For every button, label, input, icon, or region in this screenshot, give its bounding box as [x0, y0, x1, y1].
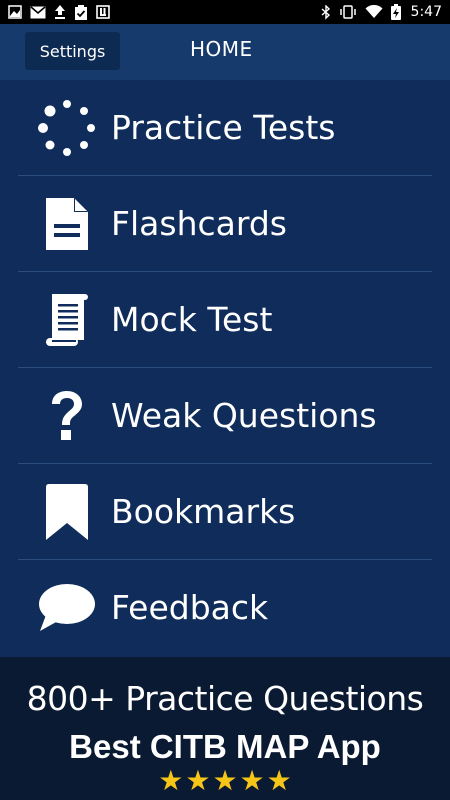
upload-icon	[55, 5, 65, 19]
menu-item-practice-tests[interactable]: Practice Tests	[18, 80, 432, 176]
star-icon: ★	[158, 764, 184, 797]
promo-banner: 800+ Practice Questions Best CITB MAP Ap…	[0, 657, 450, 800]
gallery-icon	[8, 5, 22, 19]
star-icon: ★	[266, 764, 292, 797]
speech-bubble-icon	[38, 579, 96, 637]
menu-item-label: Practice Tests	[111, 108, 336, 147]
menu-item-label: Flashcards	[111, 204, 287, 243]
status-left-icons	[8, 4, 110, 20]
menu-item-weak-questions[interactable]: Weak Questions	[18, 368, 432, 464]
menu-item-bookmarks[interactable]: Bookmarks	[18, 464, 432, 560]
promo-headline: 800+ Practice Questions	[26, 679, 424, 718]
page-title: HOME	[190, 37, 253, 61]
rating-stars: ★ ★ ★ ★ ★	[0, 767, 450, 795]
menu-item-feedback[interactable]: Feedback	[18, 560, 432, 655]
menu-item-label: Mock Test	[111, 300, 273, 339]
bookmark-icon	[38, 483, 96, 541]
menu-item-label: Weak Questions	[111, 396, 377, 435]
gmail-icon	[30, 5, 46, 18]
loading-dots-icon	[38, 99, 96, 157]
settings-button[interactable]: Settings	[25, 32, 120, 70]
wifi-icon	[365, 5, 383, 18]
status-bar: 5:47	[0, 0, 450, 24]
clipboard-check-icon	[75, 4, 87, 20]
bluetooth-icon	[321, 4, 330, 20]
vibrate-icon	[339, 5, 356, 19]
promo-subheadline: Best CITB MAP App	[69, 728, 381, 765]
menu-item-mock-test[interactable]: Mock Test	[18, 272, 432, 368]
status-time: 5:47	[410, 4, 442, 20]
star-icon: ★	[212, 764, 238, 797]
battery-charging-icon	[390, 4, 401, 20]
app-bar: Settings HOME	[0, 24, 450, 80]
star-icon: ★	[185, 764, 211, 797]
scroll-icon	[38, 291, 96, 349]
status-right-icons: 5:47	[321, 4, 442, 20]
home-menu: Practice Tests Flashcards Mock Test Weak…	[18, 80, 432, 655]
app-icon	[96, 5, 110, 19]
menu-item-label: Bookmarks	[111, 492, 296, 531]
star-icon: ★	[239, 764, 265, 797]
menu-item-flashcards[interactable]: Flashcards	[18, 176, 432, 272]
menu-item-label: Feedback	[111, 588, 269, 627]
document-icon	[38, 195, 96, 253]
question-mark-icon	[38, 387, 96, 445]
